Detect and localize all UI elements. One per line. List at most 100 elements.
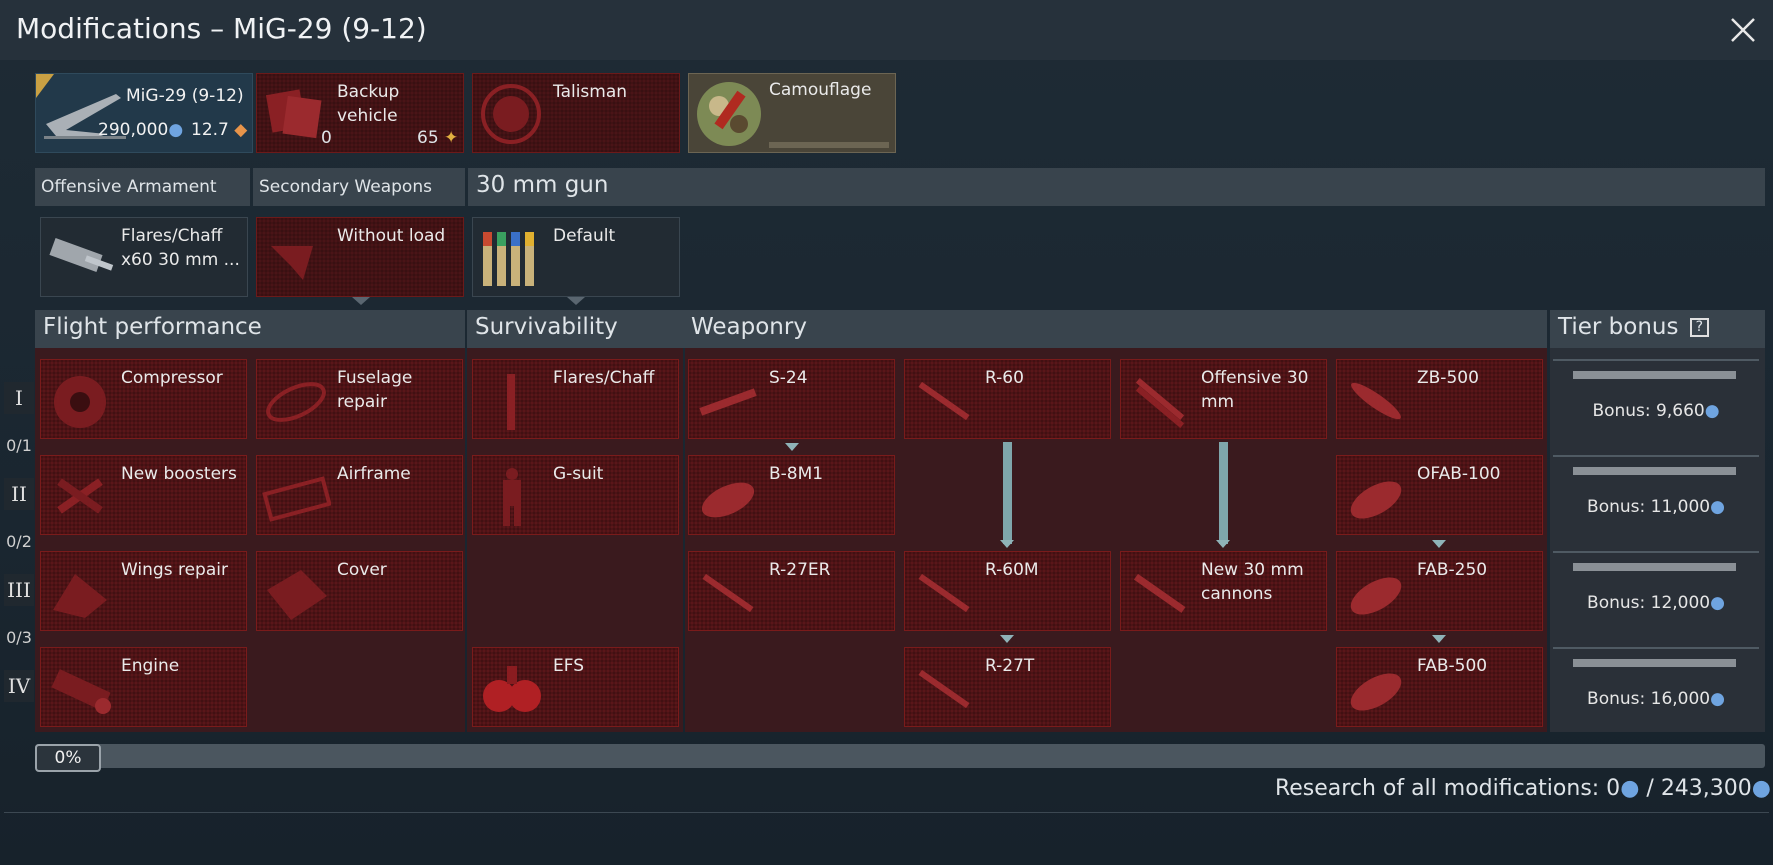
missile-icon bbox=[918, 669, 970, 709]
mod-fab250[interactable]: FAB-250 bbox=[1336, 551, 1543, 631]
secondary-weapons-header: Secondary Weapons bbox=[253, 168, 465, 206]
mod-label: Fuselage repair bbox=[337, 368, 413, 412]
help-icon[interactable]: ? bbox=[1689, 318, 1709, 337]
tier-count-3: 0/3 bbox=[6, 628, 32, 647]
mod-label: Flares/Chaff bbox=[553, 368, 655, 388]
missile-icon bbox=[918, 573, 970, 613]
mod-label: OFAB-100 bbox=[1417, 464, 1501, 484]
secondary-weapons-slot[interactable]: Without load bbox=[256, 217, 464, 297]
close-icon[interactable] bbox=[1727, 14, 1759, 46]
gun-header: 30 mm gun bbox=[468, 168, 1765, 206]
efs-icon bbox=[483, 666, 541, 712]
camouflage-bar bbox=[769, 142, 889, 148]
wing-icon bbox=[53, 574, 107, 618]
research-separator: / bbox=[1646, 776, 1654, 801]
mod-flares-chaff[interactable]: Flares/Chaff bbox=[472, 359, 679, 439]
talisman-slot[interactable]: Talisman bbox=[472, 73, 680, 153]
pylon-icon bbox=[271, 246, 313, 280]
mod-offensive-30mm[interactable]: Offensive 30 mm bbox=[1120, 359, 1327, 439]
mod-label: EFS bbox=[553, 656, 585, 676]
mod-new-boosters[interactable]: New boosters bbox=[40, 455, 247, 535]
window-title: Modifications – MiG-29 (9-12) bbox=[16, 12, 427, 45]
engine-icon bbox=[51, 669, 111, 714]
mod-efs[interactable]: EFS bbox=[472, 647, 679, 727]
mod-label: Engine bbox=[121, 656, 180, 676]
camouflage-icon bbox=[697, 82, 761, 146]
bonus-progress-bar bbox=[1573, 563, 1736, 571]
tier-bonus-header: Tier bonus ? bbox=[1550, 310, 1765, 348]
mod-r60m[interactable]: R-60M bbox=[904, 551, 1111, 631]
prerequisite-arrow bbox=[1432, 635, 1446, 643]
talisman-icon bbox=[481, 84, 541, 144]
camouflage-slot[interactable]: Camouflage bbox=[688, 73, 896, 153]
mod-label: Compressor bbox=[121, 368, 223, 388]
mod-r27er[interactable]: R-27ER bbox=[688, 551, 895, 631]
tier-label-1: I bbox=[4, 382, 34, 414]
weaponry-header: Weaponry bbox=[683, 310, 1547, 348]
backup-cost: 65 ✦ bbox=[417, 128, 459, 148]
bonus-text: Bonus: 16,000● bbox=[1587, 689, 1725, 709]
research-label: Research of all modifications: 0 bbox=[1274, 776, 1621, 801]
airframe-icon bbox=[262, 476, 331, 522]
mod-b8m1[interactable]: B-8M1 bbox=[688, 455, 895, 535]
tier-label-3: III bbox=[4, 574, 34, 606]
mod-label: ZB-500 bbox=[1417, 368, 1479, 388]
vehicle-price: 290,000● bbox=[98, 120, 184, 140]
bomb-icon bbox=[1350, 577, 1402, 615]
mod-g-suit[interactable]: G-suit bbox=[472, 455, 679, 535]
bomb-icon bbox=[1351, 382, 1401, 420]
gun-pod-icon bbox=[49, 237, 114, 273]
mod-label: B-8M1 bbox=[769, 464, 824, 484]
tier-bonus-1: Bonus: 9,660● bbox=[1553, 359, 1759, 449]
gun-ammo-label: Default bbox=[553, 226, 616, 246]
mod-label: R-60M bbox=[985, 560, 1039, 580]
research-total-value: 243,300 bbox=[1660, 776, 1752, 801]
mod-new-30mm-cannons[interactable]: New 30 mm cannons bbox=[1120, 551, 1327, 631]
mod-engine[interactable]: Engine bbox=[40, 647, 247, 727]
mod-ofab100[interactable]: OFAB-100 bbox=[1336, 455, 1543, 535]
mod-airframe[interactable]: Airframe bbox=[256, 455, 463, 535]
mod-label: Airframe bbox=[337, 464, 411, 484]
mod-label: New 30 mm cannons bbox=[1201, 560, 1304, 604]
title-bar: Modifications – MiG-29 (9-12) bbox=[0, 0, 1773, 60]
mod-zb500[interactable]: ZB-500 bbox=[1336, 359, 1543, 439]
mod-fuselage-repair[interactable]: Fuselage repair bbox=[256, 359, 463, 439]
mod-fab500[interactable]: FAB-500 bbox=[1336, 647, 1543, 727]
mod-r27t[interactable]: R-27T bbox=[904, 647, 1111, 727]
battle-rating: 12.7 ◆ bbox=[191, 120, 248, 140]
cover-icon bbox=[267, 570, 327, 620]
offensive-armament-slot[interactable]: Flares/Chaff x60 30 mm ... bbox=[40, 217, 248, 297]
tier-bonus-label: Tier bonus bbox=[1558, 314, 1679, 340]
dropdown-indicator-gun bbox=[567, 297, 585, 305]
mod-r60[interactable]: R-60 bbox=[904, 359, 1111, 439]
compressor-icon bbox=[54, 376, 106, 428]
mod-label: FAB-250 bbox=[1417, 560, 1488, 580]
bonus-progress-bar bbox=[1573, 467, 1736, 475]
camouflage-label: Camouflage bbox=[769, 80, 872, 100]
prerequisite-arrow bbox=[1000, 635, 1014, 643]
gun-ammo-slot[interactable]: Default bbox=[472, 217, 680, 297]
cannon-icon bbox=[1135, 378, 1185, 428]
mod-label: Wings repair bbox=[121, 560, 228, 580]
progress-percent: 0% bbox=[35, 744, 101, 772]
mod-label: S-24 bbox=[769, 368, 808, 388]
mod-compressor[interactable]: Compressor bbox=[40, 359, 247, 439]
tier-label-4: IV bbox=[4, 670, 34, 702]
mod-label: FAB-500 bbox=[1417, 656, 1488, 676]
mod-label: Cover bbox=[337, 560, 387, 580]
rocket-icon bbox=[699, 388, 757, 416]
bonus-text: Bonus: 11,000● bbox=[1587, 497, 1725, 517]
prerequisite-arrow bbox=[1216, 540, 1230, 548]
mod-cover[interactable]: Cover bbox=[256, 551, 463, 631]
mod-label: R-60 bbox=[985, 368, 1024, 388]
backup-vehicle-slot[interactable]: Backup vehicle 0 65 ✦ bbox=[256, 73, 464, 153]
tier-bonus-4: Bonus: 16,000● bbox=[1553, 647, 1759, 737]
vehicle-slot[interactable]: MiG-29 (9-12) 290,000● 12.7 ◆ bbox=[35, 73, 253, 153]
secondary-weapons-label: Without load bbox=[337, 226, 446, 246]
mod-wings-repair[interactable]: Wings repair bbox=[40, 551, 247, 631]
mod-s24[interactable]: S-24 bbox=[688, 359, 895, 439]
dropdown-indicator-secondary bbox=[352, 297, 370, 305]
boosters-icon bbox=[57, 478, 103, 514]
missile-icon bbox=[702, 573, 754, 613]
flares-icon bbox=[507, 374, 515, 430]
